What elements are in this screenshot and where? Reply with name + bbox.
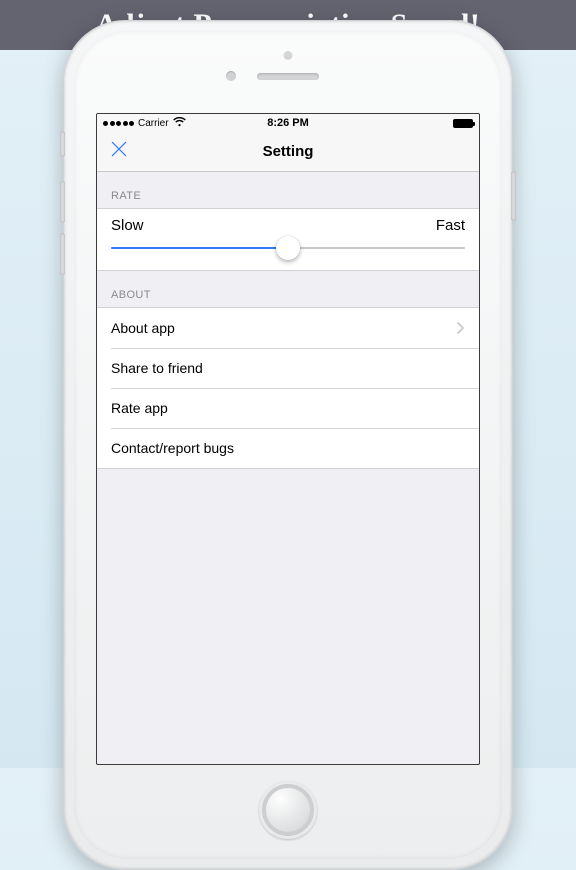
volume-down-button — [60, 233, 65, 275]
chevron-right-icon — [457, 322, 465, 334]
screen: Carrier 8:26 PM Setting — [96, 113, 480, 765]
settings-list: RATE Slow Fast ABOUT About appSh — [97, 172, 479, 469]
earpiece-speaker — [257, 73, 319, 80]
battery-icon — [453, 119, 473, 128]
sensor-dot — [284, 51, 293, 60]
slider-thumb[interactable] — [276, 236, 300, 260]
about-row[interactable]: Contact/report bugs — [97, 428, 479, 468]
about-group: About app Share to friend Rate app Contact/… — [97, 307, 479, 469]
about-row[interactable]: About app — [97, 308, 479, 348]
slider-min-label: Slow — [111, 217, 144, 234]
about-row-label: Rate app — [111, 400, 168, 416]
about-row-label: About app — [111, 320, 175, 336]
phone-frame: Carrier 8:26 PM Setting — [63, 20, 513, 870]
slider-max-label: Fast — [436, 217, 465, 234]
clock-label: 8:26 PM — [97, 117, 479, 129]
front-camera — [226, 71, 236, 81]
power-button — [511, 171, 516, 221]
phone-bezel: Carrier 8:26 PM Setting — [74, 31, 502, 859]
about-row-label: Contact/report bugs — [111, 440, 234, 456]
rate-slider[interactable] — [111, 238, 465, 258]
about-row-label: Share to friend — [111, 360, 203, 376]
volume-up-button — [60, 181, 65, 223]
section-header-rate: RATE — [97, 172, 479, 208]
close-button[interactable] — [107, 140, 131, 164]
close-icon — [109, 139, 129, 164]
nav-bar: Setting — [97, 132, 479, 172]
about-row[interactable]: Rate app — [97, 388, 479, 428]
stage: Carrier 8:26 PM Setting — [0, 50, 576, 768]
mute-switch — [60, 131, 65, 157]
page-title: Setting — [263, 143, 314, 160]
status-bar: Carrier 8:26 PM — [97, 114, 479, 132]
section-header-about: ABOUT — [97, 271, 479, 307]
home-button[interactable] — [259, 781, 317, 839]
about-row[interactable]: Share to friend — [97, 348, 479, 388]
rate-slider-cell: Slow Fast — [97, 208, 479, 271]
